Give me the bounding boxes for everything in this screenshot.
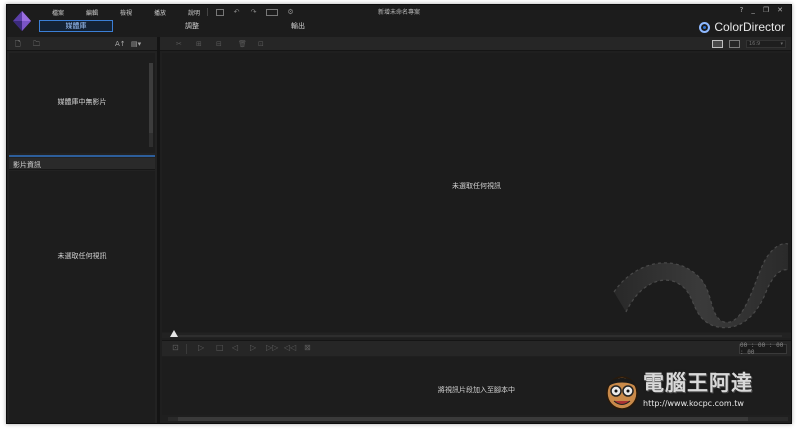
- aspect-ratio-select[interactable]: 16:9 ▾: [746, 40, 786, 48]
- title-bar: 檔案 編輯 檢視 播放 說明 ↶ ↷ ⚙ 新增未命名專案 ? _ ❐ ✕ 媒體庫…: [7, 5, 791, 37]
- preview-empty-message: 未選取任何視訊: [452, 182, 501, 190]
- save-icon[interactable]: [216, 8, 224, 16]
- cut-icon[interactable]: ✂: [176, 40, 182, 48]
- transport-controls: ⊡ ▷ □ ◁ ▷ ▷▷ ◁◁ ⊠ 00 : 00 : 00 : 00: [162, 340, 791, 356]
- brand-name: ColorDirector: [714, 20, 785, 34]
- module-tabs: 媒體庫 調整 輸出: [39, 19, 341, 33]
- panel-splitter[interactable]: [9, 155, 155, 157]
- undo-icon[interactable]: ↶: [232, 8, 241, 16]
- brand-logo-icon: [699, 21, 711, 33]
- snapshot-icon[interactable]: ⊠: [304, 344, 311, 352]
- preview-window: 未選取任何視訊: [162, 53, 791, 332]
- mascot-face-icon: [606, 376, 638, 410]
- redo-icon[interactable]: ↷: [249, 8, 258, 16]
- edit-toolbar: ✂ ⊞ ⊟ 🗑 ⊡ 16:9 ▾: [160, 37, 791, 51]
- single-view-icon[interactable]: [712, 40, 723, 48]
- watermark-url: http://www.kocpc.com.tw: [643, 399, 744, 408]
- storyboard-scrollbar[interactable]: [168, 417, 788, 421]
- display-mode-icon[interactable]: [266, 8, 278, 16]
- library-scrollbar[interactable]: [149, 63, 153, 147]
- minimize-button[interactable]: _: [751, 6, 755, 14]
- window-controls: ? _ ❐ ✕: [740, 6, 783, 14]
- menu-view[interactable]: 檢視: [109, 8, 143, 17]
- crop-icon[interactable]: ⊡: [258, 40, 264, 48]
- fast-forward-icon[interactable]: ▷▷: [266, 344, 278, 352]
- rewind-icon[interactable]: ◁◁: [284, 344, 296, 352]
- menu-file[interactable]: 檔案: [41, 8, 75, 17]
- clip-info-header: 影片資訊: [9, 158, 155, 170]
- next-frame-icon[interactable]: ▷: [250, 344, 256, 352]
- watermark-title: 電腦王阿達: [643, 371, 753, 395]
- import-folder-icon[interactable]: 🗀: [33, 40, 40, 51]
- library-panel: 🗋 🗀 A↑ ▤▾ 媒體庫中無影片 影片資訊 未選取任何視訊: [7, 37, 157, 423]
- trim-icon[interactable]: ⊟: [216, 40, 222, 48]
- preview-panel: ✂ ⊞ ⊟ 🗑 ⊡ 16:9 ▾ 未選取任何視訊 ⊡ ▷ □ ◁ ▷ ▷▷ ◁◁…: [160, 37, 791, 423]
- stop-icon[interactable]: □: [216, 344, 224, 352]
- playback-slider[interactable]: [162, 330, 791, 338]
- watermark: 電腦王阿達 http://www.kocpc.com.tw: [603, 367, 789, 417]
- play-icon[interactable]: ▷: [198, 344, 204, 352]
- chevron-down-icon: ▾: [780, 41, 783, 47]
- menu-edit[interactable]: 編輯: [75, 8, 109, 17]
- sort-button[interactable]: A↑: [115, 40, 126, 48]
- app-logo-icon: [13, 11, 31, 31]
- help-button[interactable]: ?: [740, 6, 744, 14]
- tab-adjust[interactable]: 調整: [149, 20, 235, 32]
- library-empty-message: 媒體庫中無影片: [57, 98, 107, 106]
- brand: ColorDirector: [699, 20, 785, 34]
- clip-mode-icon[interactable]: ⊡: [172, 344, 179, 352]
- toolbar-separator: [207, 8, 208, 16]
- compare-view-icon[interactable]: [729, 40, 740, 48]
- import-media-icon[interactable]: 🗋: [15, 40, 21, 51]
- clip-info-empty-message: 未選取任何視訊: [57, 252, 107, 260]
- quick-access-toolbar: ↶ ↷ ⚙: [207, 7, 295, 17]
- split-icon[interactable]: ⊞: [196, 40, 202, 48]
- timecode-display: 00 : 00 : 00 : 00: [739, 342, 787, 356]
- delete-icon[interactable]: 🗑: [238, 40, 247, 48]
- tab-output[interactable]: 輸出: [255, 20, 341, 32]
- close-button[interactable]: ✕: [777, 6, 783, 14]
- restore-button[interactable]: ❐: [763, 6, 769, 14]
- library-toolbar: 🗋 🗀 A↑ ▤▾: [7, 37, 157, 51]
- menu-bar: 檔案 編輯 檢視 播放 說明: [41, 7, 211, 17]
- media-library[interactable]: 媒體庫中無影片: [9, 53, 155, 153]
- view-menu-icon[interactable]: ▤▾: [131, 40, 141, 48]
- playhead-marker[interactable]: [170, 330, 178, 337]
- tab-library[interactable]: 媒體庫: [39, 20, 113, 32]
- settings-icon[interactable]: ⚙: [286, 8, 295, 16]
- clip-info-area: 未選取任何視訊: [9, 171, 155, 423]
- aspect-ratio-value: 16:9: [749, 41, 761, 47]
- menu-play[interactable]: 播放: [143, 8, 177, 17]
- menu-help[interactable]: 說明: [177, 8, 211, 17]
- film-reel-icon: [613, 242, 789, 329]
- clip-info-title: 影片資訊: [13, 161, 41, 169]
- app-window: 檔案 編輯 檢視 播放 說明 ↶ ↷ ⚙ 新增未命名專案 ? _ ❐ ✕ 媒體庫…: [6, 4, 792, 424]
- previous-frame-icon[interactable]: ◁: [232, 344, 238, 352]
